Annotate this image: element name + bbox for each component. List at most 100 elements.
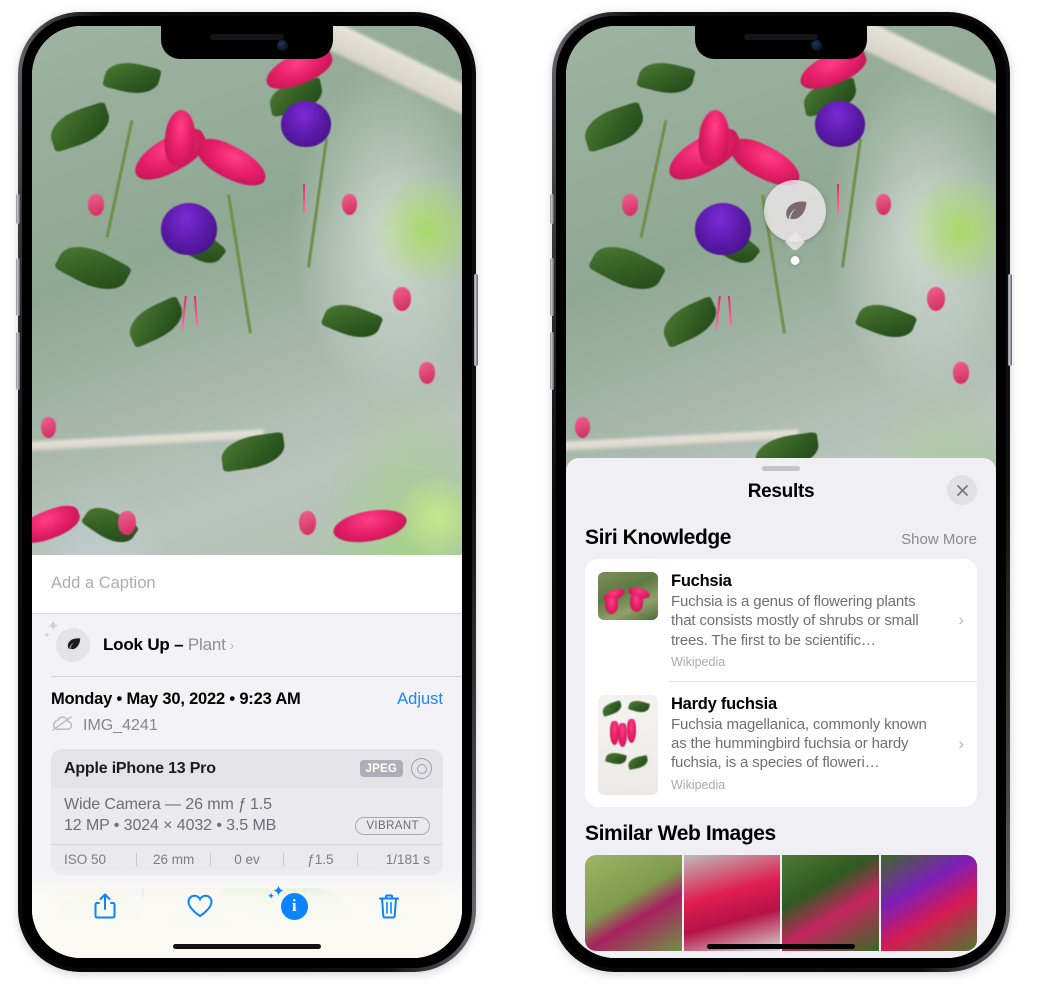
front-camera [277, 40, 288, 51]
leaf-shape [45, 101, 115, 153]
left-phone-screen: Add a Caption ✦ ✦ Look Up – Plant › Mond… [32, 26, 462, 958]
silent-switch[interactable] [16, 194, 20, 224]
volume-up-button[interactable] [550, 258, 554, 316]
trash-icon [378, 894, 399, 919]
exif-body: Wide Camera — 26 mm ƒ 1.5 12 MP • 3024 ×… [51, 788, 443, 844]
front-camera [811, 40, 822, 51]
sparkle-small-icon: ✦ [43, 629, 51, 640]
icloud-slash-icon [51, 715, 74, 737]
exif-stat-shutter: 1/181 s [385, 852, 431, 867]
stem-shape [639, 120, 668, 239]
flower-sepal [192, 132, 273, 194]
look-up-dash-glyph: – [174, 634, 184, 654]
exif-stat-aperture: ƒ1.5 [307, 852, 334, 867]
silent-switch[interactable] [550, 194, 554, 224]
heart-icon [187, 894, 213, 918]
leaf-shape [579, 101, 649, 153]
share-button[interactable] [85, 886, 125, 926]
visual-look-up-badge[interactable] [764, 180, 826, 265]
sheet-bottom-fade [566, 920, 996, 958]
photographic-style-badge: VIBRANT [355, 817, 430, 835]
adjust-button[interactable]: Adjust [397, 690, 443, 709]
left-phone-bezel: Add a Caption ✦ ✦ Look Up – Plant › Mond… [22, 16, 472, 968]
leaf-shape [587, 235, 667, 300]
chevron-right-icon: › [229, 636, 235, 653]
show-more-button[interactable]: Show More [901, 531, 977, 548]
flower-corolla [161, 203, 217, 256]
results-header: Results [566, 471, 996, 511]
thumb-leaf [627, 754, 649, 770]
earpiece-speaker [210, 34, 284, 40]
results-title: Results [747, 481, 815, 502]
leaf-shape [122, 295, 189, 349]
aperture-icon[interactable] [411, 758, 432, 779]
flower-sepal [32, 500, 84, 550]
leaf-shape [636, 57, 696, 100]
flower-bud [621, 193, 638, 216]
stem-shape [306, 138, 328, 268]
flower-bud [118, 510, 136, 535]
result-body: Hardy fuchsia Fuchsia magellanica, commo… [671, 695, 964, 792]
badge-anchor-dot [790, 256, 800, 265]
volume-down-button[interactable] [16, 332, 20, 390]
lens-info: Wide Camera — 26 mm ƒ 1.5 [64, 796, 272, 813]
knowledge-card: Fuchsia Fuchsia is a genus of flowering … [585, 559, 977, 807]
flower-corolla [281, 100, 332, 147]
caption-input[interactable]: Add a Caption [32, 554, 462, 614]
resolution-info: 12 MP • 3024 × 4032 • 3.5 MB [64, 817, 277, 834]
exif-card[interactable]: Apple iPhone 13 Pro JPEG Wide Camera — 2… [51, 749, 443, 875]
date-row: Monday • May 30, 2022 • 9:23 AM Adjust [32, 676, 462, 713]
volume-down-button[interactable] [550, 332, 554, 390]
result-description: Fuchsia magellanica, commonly known as t… [671, 715, 927, 772]
bokeh-blob [901, 175, 996, 286]
side-power-button[interactable] [1008, 274, 1012, 366]
flower-bud [574, 417, 590, 439]
look-up-icon-wrap: ✦ ✦ [43, 619, 90, 662]
stamen [836, 184, 839, 215]
stem-shape [840, 138, 862, 268]
stamen [194, 296, 199, 327]
result-thumbnail [598, 694, 658, 795]
home-indicator[interactable] [173, 944, 321, 949]
side-power-button[interactable] [474, 274, 478, 366]
list-item[interactable]: Hardy fuchsia Fuchsia magellanica, commo… [585, 682, 977, 807]
flower-corolla [815, 100, 866, 147]
thumb-flower [605, 596, 619, 614]
photo-date: Monday • May 30, 2022 • 9:23 AM [51, 690, 301, 708]
stem-shape [105, 120, 134, 239]
info-button[interactable]: ✦ ✦ i [267, 884, 314, 926]
thumb-leaf [600, 699, 623, 717]
result-thumbnail [598, 572, 658, 620]
exif-stat-exposure: 0 ev [234, 852, 260, 867]
flower-bud [87, 193, 104, 216]
home-indicator[interactable] [707, 944, 855, 949]
stem-shape [227, 194, 253, 334]
result-body: Fuchsia Fuchsia is a genus of flowering … [671, 572, 964, 669]
volume-up-button[interactable] [16, 258, 20, 316]
right-phone-device: Results Siri Knowledge Show More Fuchsia… [550, 12, 1012, 972]
format-badge: JPEG [359, 760, 403, 777]
leaf-icon [56, 627, 90, 662]
favorite-button[interactable] [180, 886, 220, 926]
results-sheet: Results Siri Knowledge Show More Fuchsia… [566, 458, 996, 958]
section-title-siri-knowledge: Siri Knowledge [585, 526, 732, 549]
sparkle-small-icon: ✦ [267, 891, 275, 901]
result-source: Wikipedia [671, 777, 726, 792]
similar-web-images-header: Similar Web Images [566, 807, 996, 855]
earpiece-speaker [744, 34, 818, 40]
look-up-row[interactable]: ✦ ✦ Look Up – Plant › [32, 613, 462, 676]
siri-knowledge-header: Siri Knowledge Show More [566, 511, 996, 559]
right-phone-bezel: Results Siri Knowledge Show More Fuchsia… [556, 16, 1006, 968]
look-up-title: Look Up [103, 634, 170, 654]
camera-device-name: Apple iPhone 13 Pro [64, 759, 216, 777]
left-phone-device: Add a Caption ✦ ✦ Look Up – Plant › Mond… [16, 12, 478, 972]
bokeh-blob [367, 175, 462, 286]
screenshot-stage: Add a Caption ✦ ✦ Look Up – Plant › Mond… [0, 0, 1055, 985]
list-item[interactable]: Fuchsia Fuchsia is a genus of flowering … [585, 559, 977, 681]
share-icon [94, 893, 116, 919]
leaf-shape [53, 235, 133, 300]
delete-button[interactable] [369, 886, 409, 926]
leaf-shape [656, 295, 723, 349]
close-button[interactable] [947, 475, 977, 505]
device-notch [695, 26, 867, 59]
